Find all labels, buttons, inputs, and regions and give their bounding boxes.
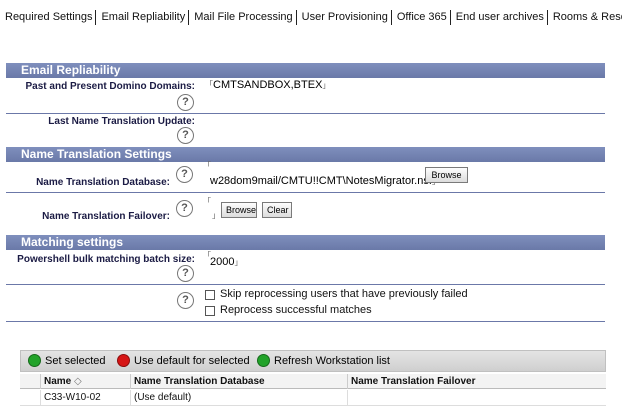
divider <box>6 284 605 285</box>
red-circle-icon <box>117 354 130 367</box>
column-header-name[interactable]: Name ◇ <box>40 374 130 389</box>
domains-label: Past and Present Domino Domains: <box>25 81 195 92</box>
skip-failed-checkbox[interactable] <box>205 290 215 300</box>
tab-rooms-resources[interactable]: Rooms & Resources <box>548 9 622 25</box>
domains-value: CMTSANDBOX,BTEX <box>213 79 323 91</box>
field-corner-icon: 」 <box>212 211 220 220</box>
cell-nt-failover <box>347 390 576 406</box>
cell-nt-database: (Use default) <box>130 390 347 406</box>
tab-user-provisioning[interactable]: User Provisioning <box>297 9 391 25</box>
help-icon[interactable]: ? <box>177 265 194 282</box>
tab-bar: Required Settings Email Repliability Mail … <box>0 9 622 27</box>
cell-name: C33-W10-02 <box>40 390 130 406</box>
help-icon[interactable]: ? <box>177 94 194 111</box>
reprocess-checkbox[interactable] <box>205 306 215 316</box>
grid-header: Name ◇ Name Translation Database Name Tr… <box>20 374 606 389</box>
use-default-label: Use default for selected <box>134 355 250 367</box>
nt-db-value: w28dom9mail/CMTU!!CMT\NotesMigrator.nsf <box>210 175 432 187</box>
help-icon[interactable]: ? <box>176 166 193 183</box>
browse-failover-button[interactable]: Browse <box>221 202 257 218</box>
tab-required-settings[interactable]: Required Settings <box>0 9 95 25</box>
field-corner-icon: 「 <box>203 161 211 170</box>
nt-failover-label: Name Translation Failover: <box>42 211 170 222</box>
field-corner-icon: 「 <box>205 80 213 89</box>
field-corner-icon: 「 <box>203 197 211 206</box>
use-default-button[interactable]: Use default for selected <box>117 353 250 369</box>
sort-icon: ◇ <box>74 376 82 387</box>
help-icon[interactable]: ? <box>176 200 193 217</box>
section-header-matching: Matching settings <box>6 235 605 250</box>
section-header-email-repliability: Email Repliability <box>6 63 605 78</box>
column-header-nt-database[interactable]: Name Translation Database <box>130 374 347 389</box>
help-icon[interactable]: ? <box>177 127 194 144</box>
tab-mail-file-processing[interactable]: Mail File Processing <box>189 9 295 25</box>
divider <box>6 192 605 193</box>
clear-failover-button[interactable]: Clear <box>262 202 292 218</box>
field-corner-icon: 」 <box>234 258 243 267</box>
refresh-workstations-button[interactable]: Refresh Workstation list <box>257 353 390 369</box>
section-header-name-translation: Name Translation Settings <box>6 147 605 162</box>
nt-failover-field[interactable]: 「 <box>203 196 211 208</box>
nt-db-label: Name Translation Database: <box>36 177 170 188</box>
browse-db-button[interactable]: Browse <box>425 167 468 183</box>
reprocess-label: Reprocess successful matches <box>220 304 372 316</box>
tab-end-user-archives[interactable]: End user archives <box>451 9 547 25</box>
column-header-nt-failover[interactable]: Name Translation Failover <box>347 374 576 389</box>
green-circle-icon <box>257 354 270 367</box>
help-icon[interactable]: ? <box>177 292 194 309</box>
last-update-label: Last Name Translation Update: <box>48 116 195 127</box>
domains-value-field[interactable]: 「CMTSANDBOX,BTEX」 <box>205 79 330 91</box>
tab-email-repliability[interactable]: Email Repliability <box>96 9 188 25</box>
divider <box>6 321 605 322</box>
batch-size-field[interactable]: 2000」 <box>210 256 242 268</box>
divider <box>6 113 605 114</box>
table-row[interactable]: C33-W10-02 (Use default) <box>20 390 606 406</box>
batch-size-label: Powershell bulk matching batch size: <box>17 254 195 265</box>
skip-failed-label: Skip reprocessing users that have previo… <box>220 288 468 300</box>
set-selected-label: Set selected <box>45 355 106 367</box>
set-selected-button[interactable]: Set selected <box>28 353 106 369</box>
nt-db-value-field[interactable]: w28dom9mail/CMTU!!CMT\NotesMigrator.nsf」 <box>210 175 440 187</box>
tab-office-365[interactable]: Office 365 <box>392 9 450 25</box>
batch-size-value: 2000 <box>210 256 235 268</box>
green-circle-icon <box>28 354 41 367</box>
field-corner-icon: 」 <box>322 81 331 90</box>
workstation-toolbar: Set selected Use default for selected Re… <box>20 350 606 372</box>
refresh-label: Refresh Workstation list <box>274 355 390 367</box>
